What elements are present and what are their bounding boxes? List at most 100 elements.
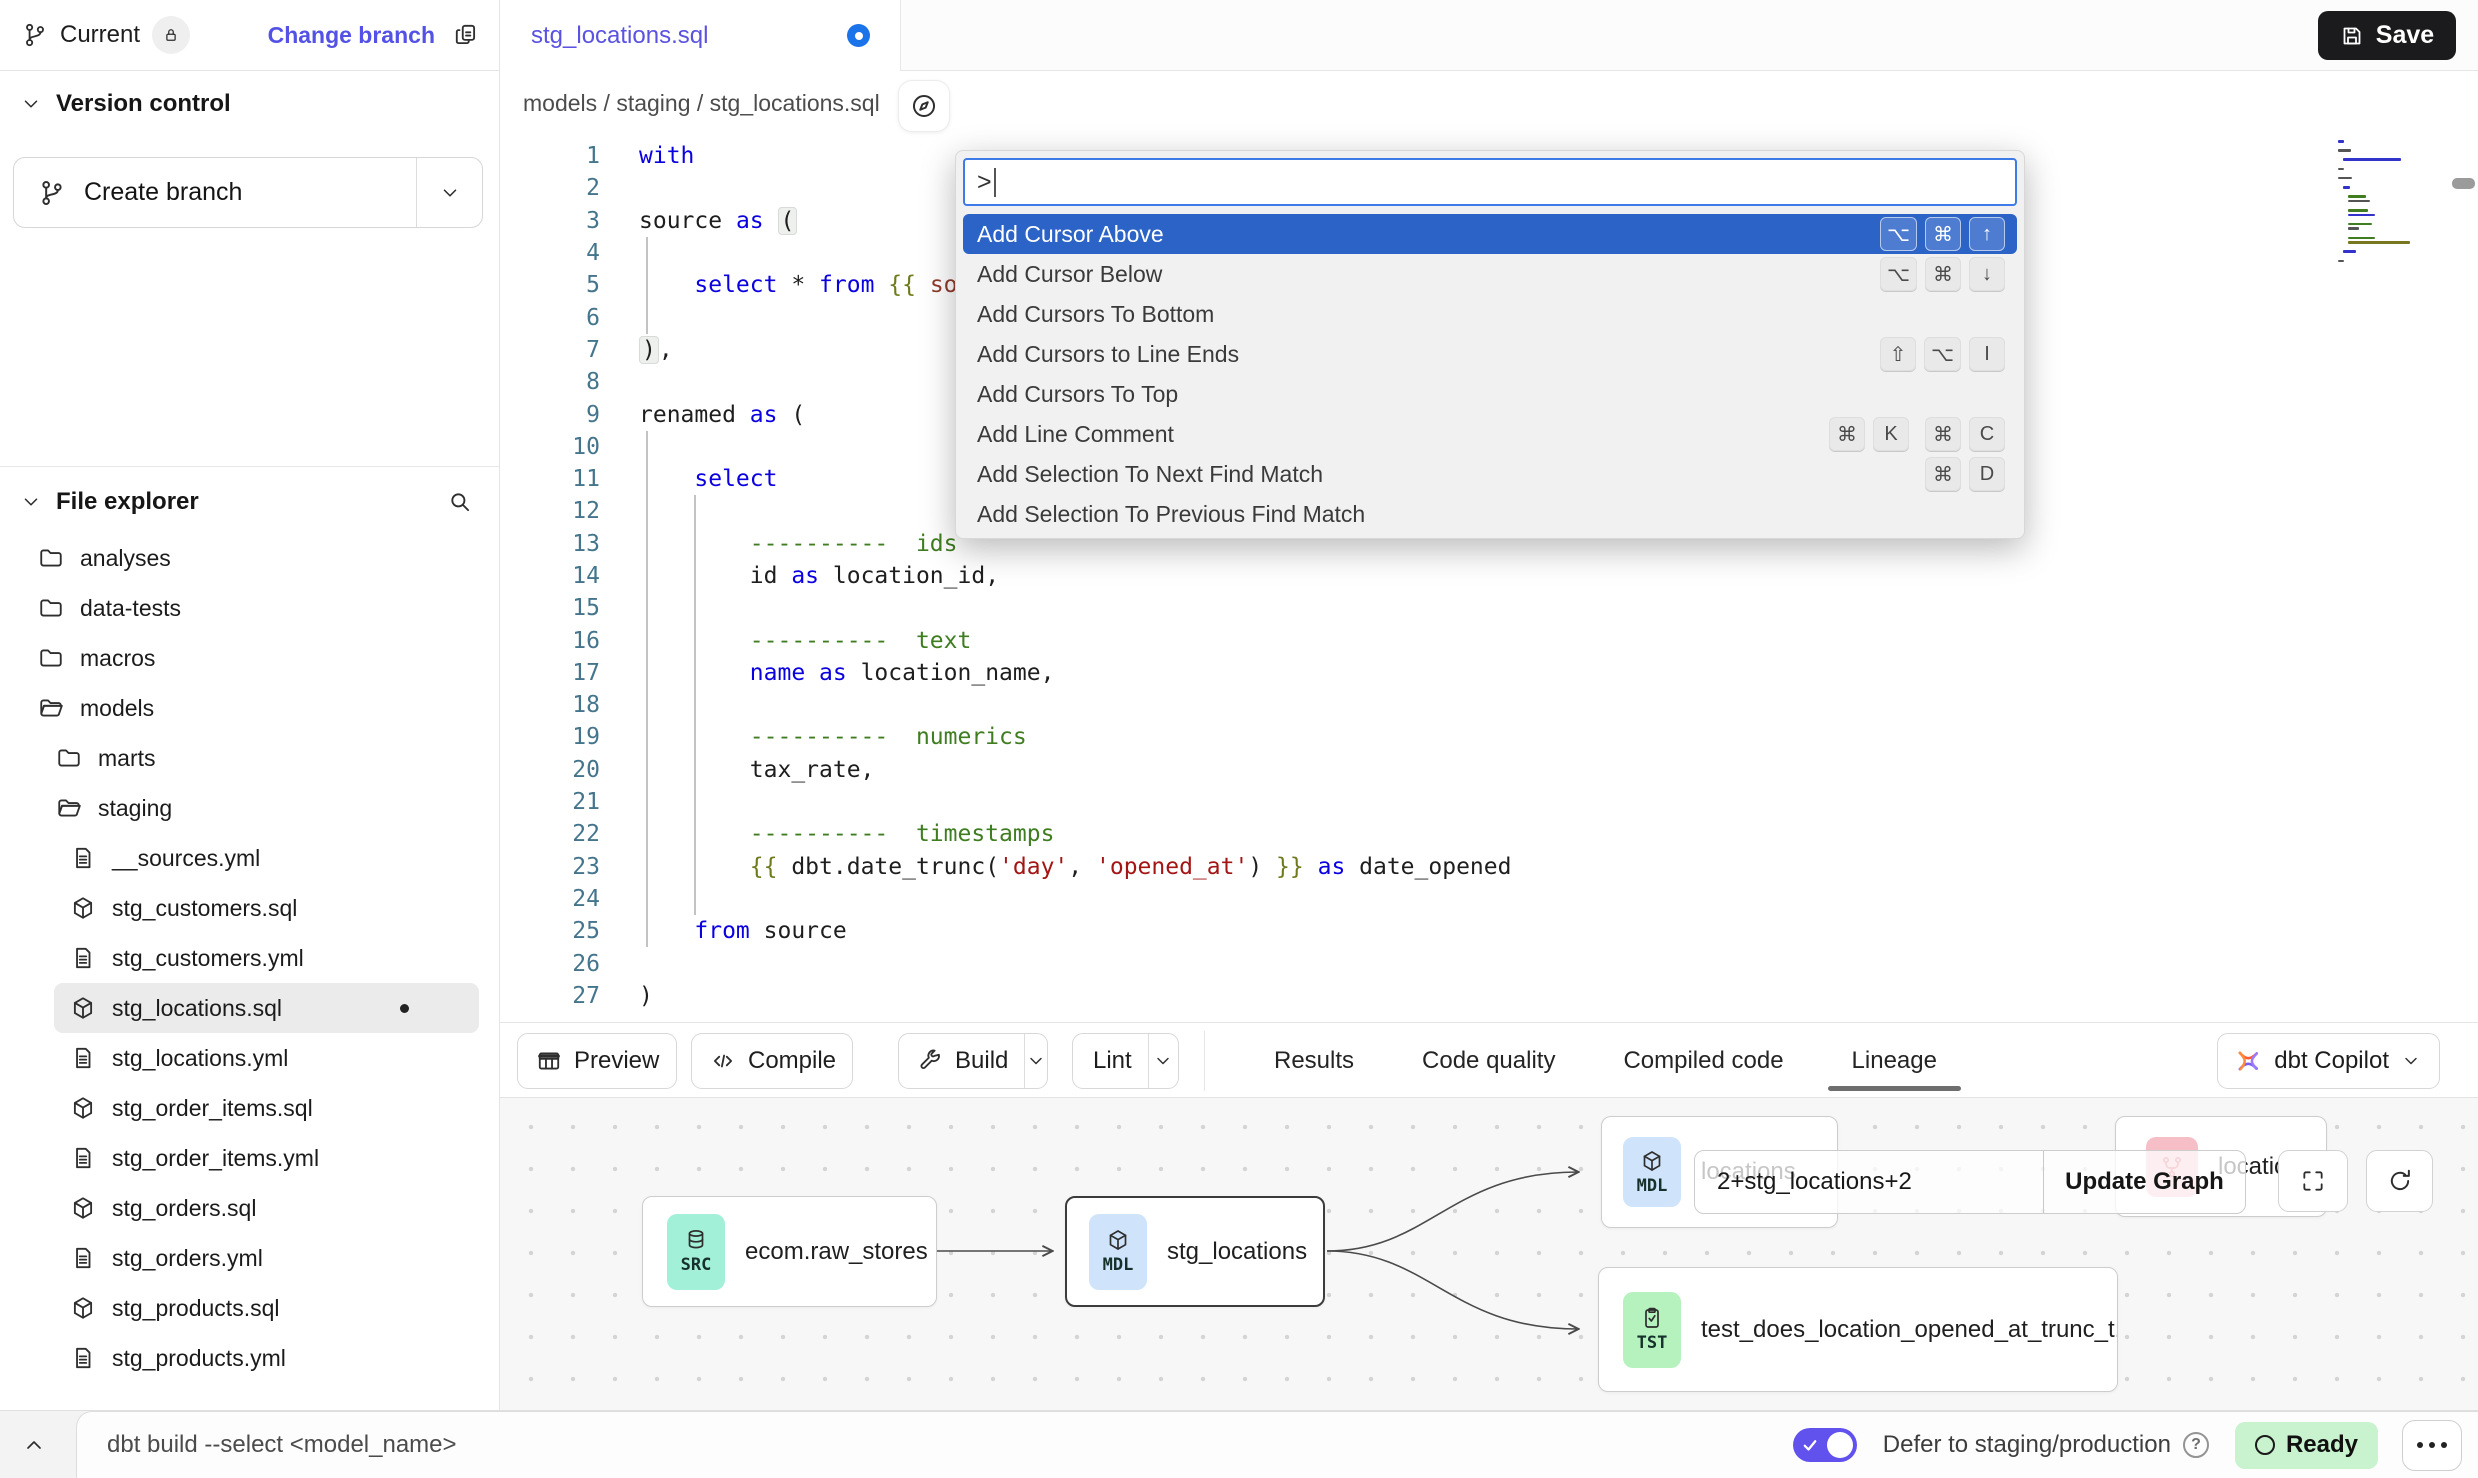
refresh-button[interactable] [2366,1150,2433,1212]
file-tree-item-stg-order-items-sql[interactable]: stg_order_items.sql [0,1083,497,1133]
file-tree-item-stg-orders-sql[interactable]: stg_orders.sql [0,1183,497,1233]
palette-item-add-cursors-to-top[interactable]: Add Cursors To Top [963,374,2017,414]
file-tree-item-stg-customers-sql[interactable]: stg_customers.sql [0,883,497,933]
save-button[interactable]: Save [2318,11,2456,60]
line-number: 26 [500,951,600,977]
lineage-node-source[interactable]: SRC ecom.raw_stores [642,1196,937,1307]
code-line-15[interactable]: 15 [500,592,2340,624]
file-tree-item-macros[interactable]: macros [0,633,497,683]
file-tree-item-models[interactable]: models [0,683,497,733]
file-name: marts [98,745,156,772]
lineage-node-stg-locations[interactable]: MDL stg_locations [1065,1196,1325,1307]
lineage-compass-button[interactable] [898,80,950,132]
help-icon[interactable]: ? [2183,1432,2209,1458]
palette-item-label: Add Selection To Next Find Match [977,461,1323,488]
tab-code-quality[interactable]: Code quality [1422,1047,1555,1075]
status-badge[interactable]: Ready [2235,1422,2378,1469]
file-tree-item-stg-products-yml[interactable]: stg_products.yml [0,1333,497,1383]
code-text: ) [600,983,653,1009]
defer-toggle[interactable] [1793,1428,1857,1462]
file-tree-item-marts[interactable]: marts [0,733,497,783]
code-line-26[interactable]: 26 [500,947,2340,979]
code-line-20[interactable]: 20 tax_rate, [500,754,2340,786]
line-number: 24 [500,886,600,912]
lint-dropdown[interactable] [1148,1034,1178,1088]
editor-scrollbar-thumb[interactable] [2452,178,2475,189]
preview-button[interactable]: Preview [517,1033,677,1089]
version-control-header[interactable]: Version control [0,79,499,129]
line-number: 19 [500,724,600,750]
code-line-27[interactable]: 27) [500,980,2340,1012]
palette-item-add-cursors-to-line-ends[interactable]: Add Cursors to Line Ends⇧⌥I [963,334,2017,374]
file-tree-item-stg-products-sql[interactable]: stg_products.sql [0,1283,497,1333]
palette-item-add-cursor-above[interactable]: Add Cursor Above⌥⌘↑ [963,214,2017,254]
code-line-19[interactable]: 19 ---------- numerics [500,721,2340,753]
code-line-14[interactable]: 14 id as location_id, [500,560,2340,592]
palette-item-add-selection-to-next-find-match[interactable]: Add Selection To Next Find Match⌘D [963,454,2017,494]
line-number: 20 [500,757,600,783]
palette-item-add-cursor-below[interactable]: Add Cursor Below⌥⌘↓ [963,254,2017,294]
compile-button[interactable]: Compile [691,1033,853,1089]
code-line-22[interactable]: 22 ---------- timestamps [500,818,2340,850]
file-name: stg_orders.sql [112,1195,256,1222]
file-tree-item-analyses[interactable]: analyses [0,533,497,583]
file-name: stg_order_items.sql [112,1095,313,1122]
lineage-panel[interactable]: SRC ecom.raw_stores MDL stg_locations MD… [500,1098,2478,1410]
palette-item-add-selection-to-previous-find-match[interactable]: Add Selection To Previous Find Match [963,494,2017,534]
code-line-25[interactable]: 25 from source [500,915,2340,947]
file-tree-item--sources-yml[interactable]: __sources.yml [0,833,497,883]
floppy-icon [2340,24,2364,48]
tab-stg-locations[interactable]: stg_locations.sql [500,0,901,71]
lint-button[interactable]: Lint [1072,1033,1179,1089]
editor-minimap[interactable] [2338,140,2438,290]
copilot-icon [2234,1047,2262,1075]
palette-item-label: Add Selection To Previous Find Match [977,501,1365,528]
file-name: __sources.yml [112,845,260,872]
chevron-up-icon[interactable] [22,1433,46,1457]
fullscreen-button[interactable] [2278,1150,2348,1212]
command-palette-list: Add Cursor Above⌥⌘↑Add Cursor Below⌥⌘↓Ad… [963,214,2017,534]
create-branch-dropdown[interactable] [416,158,482,227]
create-branch-button[interactable]: Create branch [13,157,483,228]
file-tree-item-stg-order-items-yml[interactable]: stg_order_items.yml [0,1133,497,1183]
folder-open-icon [38,695,64,721]
build-dropdown[interactable] [1024,1034,1047,1088]
cli-command[interactable]: dbt build --select <model_name> [107,1431,457,1459]
file-tree-item-stg-locations-yml[interactable]: stg_locations.yml [0,1033,497,1083]
palette-item-add-cursors-to-bottom[interactable]: Add Cursors To Bottom [963,294,2017,334]
copy-icon[interactable] [453,22,479,48]
file-tree-item-stg-orders-yml[interactable]: stg_orders.yml [0,1233,497,1283]
build-button[interactable]: Build [898,1033,1048,1089]
tab-results[interactable]: Results [1274,1047,1354,1075]
tab-compiled-code[interactable]: Compiled code [1623,1047,1783,1075]
line-number: 7 [500,337,600,363]
file-tree-item-stg-customers-yml[interactable]: stg_customers.yml [0,933,497,983]
chevron-down-icon [20,93,42,115]
lineage-filter-bar: 2+stg_locations+2 Update Graph [1694,1150,2246,1214]
update-graph-button[interactable]: Update Graph [2043,1151,2245,1213]
tab-lineage[interactable]: Lineage [1852,1047,1937,1075]
line-number: 22 [500,821,600,847]
code-line-18[interactable]: 18 [500,689,2340,721]
file-tree-item-staging[interactable]: staging [0,783,497,833]
file-tree-item-data-tests[interactable]: data-tests [0,583,497,633]
file-name: stg_orders.yml [112,1245,263,1272]
code-line-21[interactable]: 21 [500,786,2340,818]
change-branch-link[interactable]: Change branch [268,22,435,49]
command-palette-input[interactable]: > [963,158,2017,206]
search-icon[interactable] [447,489,473,515]
code-line-17[interactable]: 17 name as location_name, [500,657,2340,689]
dbt-copilot-button[interactable]: dbt Copilot [2217,1033,2440,1089]
lineage-node-test[interactable]: TST test_does_location_opened_at_trunc_t… [1598,1267,2118,1392]
line-number: 17 [500,660,600,686]
file-tree-item-stg-locations-sql[interactable]: stg_locations.sql [54,983,479,1033]
overflow-menu-button[interactable] [2402,1420,2462,1471]
command-bar[interactable]: dbt build --select <model_name> Defer to… [76,1411,2478,1478]
palette-item-add-line-comment[interactable]: Add Line Comment⌘K⌘C [963,414,2017,454]
lineage-filter-input[interactable]: 2+stg_locations+2 [1695,1151,2043,1213]
file-explorer-header[interactable]: File explorer [0,477,499,527]
code-line-24[interactable]: 24 [500,883,2340,915]
code-text: ---------- ids [600,531,958,557]
code-line-23[interactable]: 23 {{ dbt.date_trunc('day', 'opened_at')… [500,851,2340,883]
code-line-16[interactable]: 16 ---------- text [500,624,2340,656]
